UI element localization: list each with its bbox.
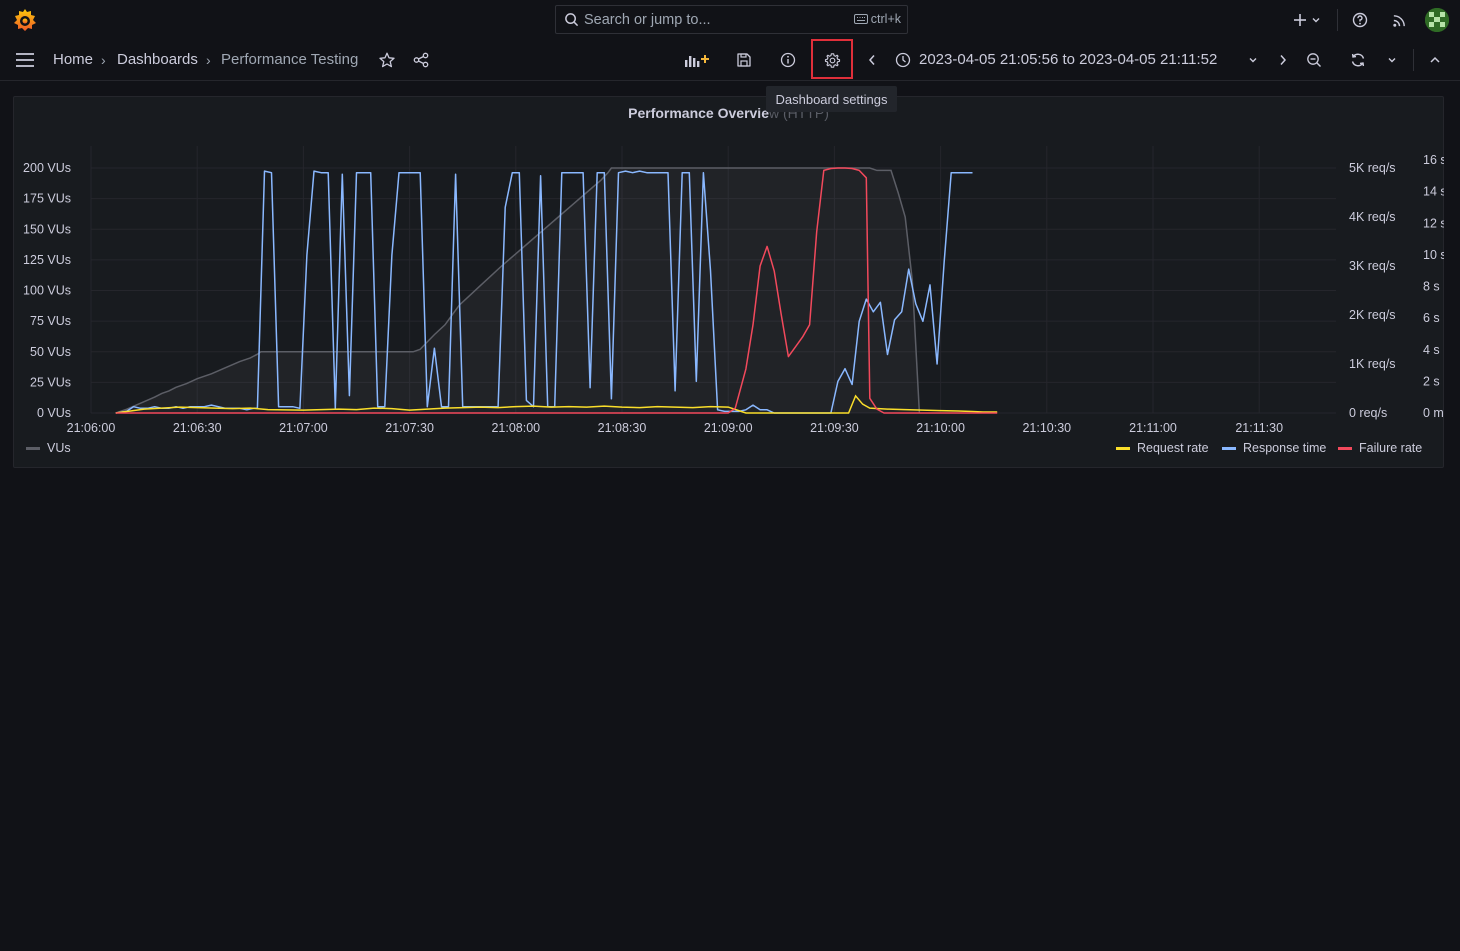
menu-icon[interactable] — [15, 52, 35, 73]
x-tick-label: 21:09:30 — [810, 421, 859, 435]
y-right-rate-tick-label: 5K req/s — [1349, 161, 1396, 175]
rss-icon[interactable] — [1387, 8, 1411, 32]
y-right-rate-tick-label: 4K req/s — [1349, 210, 1396, 224]
keyboard-icon — [853, 14, 868, 24]
y-right-time-tick-label: 10 s — [1423, 248, 1444, 262]
save-icon[interactable] — [733, 49, 755, 71]
legend-swatch-response-time — [1222, 447, 1236, 450]
x-tick-label: 21:09:00 — [704, 421, 753, 435]
performance-overview-panel[interactable]: Performance Overview (HTTP) 0 VUs 25 VUs 5… — [13, 96, 1444, 468]
y-right-time-tick-label: 0 ms — [1423, 406, 1444, 420]
breadcrumb-home[interactable]: Home — [53, 51, 93, 68]
breadcrumb-separator: › — [101, 52, 106, 68]
shortcut-label: ctrl+k — [870, 12, 901, 26]
search-icon — [564, 12, 579, 32]
clock-icon[interactable] — [892, 49, 914, 71]
help-icon[interactable] — [1348, 8, 1372, 32]
legend-swatch-failure-rate — [1338, 447, 1352, 450]
info-icon[interactable] — [777, 49, 799, 71]
x-tick-label: 21:06:30 — [173, 421, 222, 435]
x-tick-label: 21:10:00 — [916, 421, 965, 435]
y-left-tick-label: 75 VUs — [30, 314, 71, 328]
search-shortcut: ctrl+k — [853, 12, 901, 26]
legend-swatch-vus — [26, 447, 40, 450]
chevron-down-icon[interactable] — [1242, 49, 1264, 71]
time-range-picker[interactable]: 2023-04-05 21:05:56 to 2023-04-05 21:11:… — [919, 51, 1217, 68]
y-left-tick-label: 200 VUs — [23, 161, 71, 175]
x-tick-label: 21:10:30 — [1022, 421, 1071, 435]
add-panel-icon[interactable] — [684, 49, 710, 71]
x-tick-label: 21:08:00 — [491, 421, 540, 435]
y-right-time-tick-label: 4 s — [1423, 343, 1440, 357]
x-tick-label: 21:08:30 — [598, 421, 647, 435]
chevron-right-icon[interactable] — [1272, 49, 1294, 71]
avatar[interactable] — [1425, 8, 1449, 32]
search-placeholder: Search or jump to... — [584, 12, 711, 28]
legend-label-failure-rate: Failure rate — [1359, 441, 1422, 455]
time-series-chart[interactable]: 0 VUs 25 VUs 50 VUs 75 VUs 100 VUs 125 VUs 150… — [13, 96, 1444, 468]
y-right-rate-tick-label: 1K req/s — [1349, 357, 1396, 371]
chevron-down-icon — [1312, 18, 1320, 23]
star-icon[interactable] — [376, 49, 398, 71]
legend-swatch-request-rate — [1116, 447, 1130, 450]
y-right-time-tick-label: 16 s — [1423, 153, 1444, 167]
breadcrumb-dashboards[interactable]: Dashboards — [117, 51, 198, 68]
new-button[interactable] — [1290, 8, 1324, 32]
y-right-time-tick-label: 12 s — [1423, 216, 1444, 230]
divider — [1337, 9, 1338, 31]
share-icon[interactable] — [410, 49, 432, 71]
chevron-up-icon[interactable] — [1424, 49, 1446, 71]
dashboard-settings-tooltip: Dashboard settings — [766, 86, 897, 112]
y-right-rate-tick-label: 0 req/s — [1349, 406, 1387, 420]
y-right-time-tick-label: 2 s — [1423, 374, 1440, 388]
legend-label-vus: VUs — [47, 441, 71, 455]
top-bar: Search or jump to... ctrl+k — [0, 0, 1460, 40]
search-input[interactable]: Search or jump to... ctrl+k — [555, 5, 908, 34]
y-right-time-tick-label: 14 s — [1423, 185, 1444, 199]
x-tick-label: 21:07:00 — [279, 421, 328, 435]
y-left-tick-label: 0 VUs — [37, 406, 71, 420]
x-tick-label: 21:11:30 — [1235, 421, 1283, 435]
chevron-left-icon[interactable] — [861, 49, 883, 71]
y-right-rate-tick-label: 3K req/s — [1349, 259, 1396, 273]
x-tick-label: 21:07:30 — [385, 421, 434, 435]
zoom-out-icon[interactable] — [1303, 49, 1325, 71]
y-left-tick-label: 50 VUs — [30, 345, 71, 359]
y-right-rate-tick-label: 2K req/s — [1349, 308, 1396, 322]
x-tick-label: 21:06:00 — [67, 421, 116, 435]
y-right-time-tick-label: 6 s — [1423, 311, 1440, 325]
chevron-down-icon[interactable] — [1381, 49, 1403, 71]
x-tick-label: 21:11:00 — [1129, 421, 1177, 435]
breadcrumb-separator: › — [206, 52, 211, 68]
y-right-time-tick-label: 8 s — [1423, 280, 1440, 294]
y-left-tick-label: 25 VUs — [30, 375, 71, 389]
divider — [1413, 49, 1414, 71]
grafana-logo-icon[interactable] — [12, 7, 38, 33]
y-left-tick-label: 100 VUs — [23, 284, 71, 298]
legend-label-response-time: Response time — [1243, 441, 1326, 455]
plus-icon — [1294, 14, 1306, 26]
refresh-icon[interactable] — [1347, 49, 1369, 71]
dashboard-settings-highlight — [811, 39, 853, 79]
y-left-tick-label: 125 VUs — [23, 253, 71, 267]
dashboard-nav-bar: Home › Dashboards › Performance Testing … — [0, 39, 1460, 81]
legend-label-request-rate: Request rate — [1137, 441, 1209, 455]
breadcrumb-current: Performance Testing — [221, 51, 359, 68]
y-left-tick-label: 150 VUs — [23, 222, 71, 236]
y-left-tick-label: 175 VUs — [23, 192, 71, 206]
